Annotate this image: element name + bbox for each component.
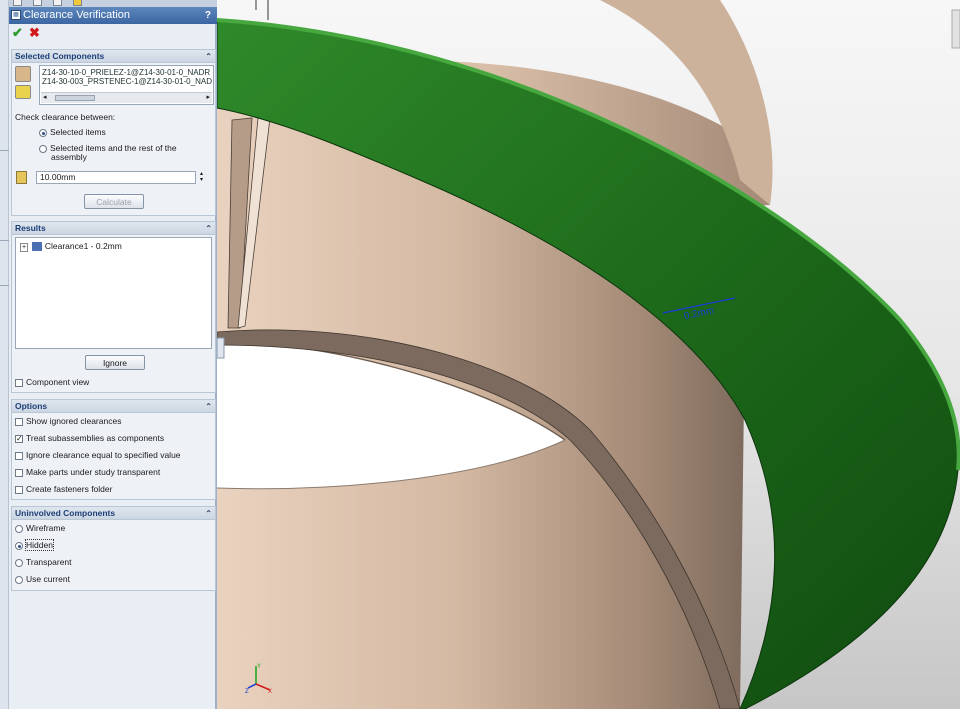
- feature-manager-edge-strip: [0, 0, 9, 709]
- results-section: Results ⌃ + Clearance1 - 0.2mm Ignore Co…: [11, 221, 216, 393]
- wireframe-radio[interactable]: [15, 524, 23, 533]
- option-label: Show ignored clearances: [26, 416, 122, 427]
- treat-subassemblies-checkbox[interactable]: [15, 433, 23, 444]
- option-rest-label-2: assembly: [51, 152, 87, 163]
- display-tab-icon[interactable]: [73, 0, 82, 6]
- selected-component-item[interactable]: Z14-30-003_PRSTENEC-1@Z14-30-01-0_NAD: [42, 77, 212, 86]
- clearance-result-label: Clearance1 - 0.2mm: [44, 241, 122, 251]
- configuration-tab-icon[interactable]: [53, 0, 62, 6]
- uninvolved-use-current[interactable]: Use current: [15, 574, 70, 585]
- ok-button[interactable]: ✔: [12, 26, 23, 40]
- selected-components-section: Selected Components ⌃ Z14-30-10-0_PRIELE…: [11, 49, 216, 216]
- strip-tick: [0, 240, 9, 241]
- radio-selected-items[interactable]: [39, 128, 47, 137]
- ignore-button[interactable]: Ignore: [85, 355, 145, 370]
- uninvolved-components-section: Uninvolved Components ⌃ Wireframe Hidden…: [11, 506, 216, 591]
- axis-label-x: X: [268, 689, 272, 694]
- uninvolved-transparent[interactable]: Transparent: [15, 557, 72, 568]
- scroll-left-icon[interactable]: ◂: [43, 93, 47, 101]
- panel-tab-strip: [9, 0, 217, 7]
- axis-label-y: Y: [257, 664, 261, 670]
- feature-manager-tab-icon[interactable]: [13, 0, 22, 6]
- results-tree[interactable]: + Clearance1 - 0.2mm: [15, 237, 212, 349]
- calculate-button[interactable]: Calculate: [84, 194, 144, 209]
- panel-title: Clearance Verification: [23, 9, 131, 21]
- property-manager-panel: ▦ Clearance Verification ? ✔ ✖ Selected …: [9, 0, 217, 709]
- scroll-right-icon[interactable]: ▸: [206, 93, 210, 101]
- fasteners-folder-checkbox[interactable]: [15, 485, 23, 494]
- expand-icon[interactable]: +: [20, 243, 29, 252]
- uninvolved-wireframe[interactable]: Wireframe: [15, 523, 65, 534]
- selected-component-item[interactable]: Z14-30-10-0_PRIELEZ-1@Z14-30-01-0_NADR: [42, 68, 212, 77]
- component-select-icon: [15, 66, 31, 82]
- option-make-transparent[interactable]: Make parts under study transparent: [15, 467, 160, 478]
- option-selected-items[interactable]: Selected items: [39, 127, 106, 138]
- option-selected-items-label: Selected items: [50, 127, 106, 138]
- options-section: Options ⌃ Show ignored clearances Treat …: [11, 399, 216, 500]
- results-header[interactable]: Results ⌃: [12, 222, 215, 235]
- results-title: Results: [15, 223, 46, 233]
- collapse-icon[interactable]: ⌃: [205, 507, 212, 520]
- option-label: Ignore clearance equal to specified valu…: [26, 450, 181, 461]
- clear-selection-icon[interactable]: [15, 85, 31, 99]
- panel-titlebar: ▦ Clearance Verification ?: [9, 7, 217, 24]
- axis-triad-icon: Y X Z: [245, 664, 272, 694]
- panel-splitter-handle[interactable]: [216, 337, 225, 359]
- strip-tick: [0, 285, 9, 286]
- results-tree-item[interactable]: + Clearance1 - 0.2mm: [20, 241, 122, 253]
- use-current-radio[interactable]: [15, 575, 23, 584]
- uninvolved-label: Hidden: [25, 539, 54, 552]
- check-between-label: Check clearance between:: [15, 112, 116, 122]
- uninvolved-hidden[interactable]: Hidden: [15, 539, 54, 552]
- scrollbar-thumb[interactable]: [55, 95, 95, 101]
- option-fasteners-folder[interactable]: Create fasteners folder: [15, 484, 112, 495]
- selected-components-title: Selected Components: [15, 51, 105, 61]
- option-label: Make parts under study transparent: [26, 467, 161, 478]
- property-manager-tab-icon[interactable]: [33, 0, 42, 6]
- option-label: Treat subassemblies as components: [26, 433, 165, 444]
- transparent-radio[interactable]: [15, 558, 23, 567]
- cancel-button[interactable]: ✖: [29, 26, 40, 40]
- option-label: Create fasteners folder: [26, 484, 113, 495]
- horizontal-scrollbar[interactable]: ◂ ▸: [41, 92, 212, 103]
- options-title: Options: [15, 401, 48, 411]
- uninvolved-components-header[interactable]: Uninvolved Components ⌃: [12, 507, 215, 520]
- option-show-ignored[interactable]: Show ignored clearances: [15, 416, 121, 427]
- show-ignored-checkbox[interactable]: [15, 417, 23, 426]
- component-view-option[interactable]: Component view: [15, 377, 89, 388]
- make-transparent-checkbox[interactable]: [15, 468, 23, 477]
- option-treat-subassemblies[interactable]: Treat subassemblies as components: [15, 433, 164, 444]
- uninvolved-label: Use current: [26, 574, 70, 585]
- uninvolved-components-title: Uninvolved Components: [15, 508, 116, 518]
- strip-tick: [0, 150, 9, 151]
- clearance-icon: [32, 242, 43, 252]
- clearance-verification-icon: ▦: [11, 10, 21, 20]
- distance-spinner[interactable]: ▴ ▾: [200, 171, 203, 183]
- hidden-radio[interactable]: [15, 541, 23, 550]
- axis-label-z: Z: [245, 689, 249, 694]
- viewport-edge-tab: [951, 9, 960, 49]
- uninvolved-label: Transparent: [26, 557, 72, 568]
- selected-components-header[interactable]: Selected Components ⌃: [12, 50, 215, 63]
- ignore-equal-checkbox[interactable]: [15, 451, 23, 460]
- options-header[interactable]: Options ⌃: [12, 400, 215, 413]
- component-view-label: Component view: [26, 377, 90, 388]
- collapse-icon[interactable]: ⌃: [205, 400, 212, 413]
- uninvolved-label: Wireframe: [26, 523, 66, 534]
- collapse-icon[interactable]: ⌃: [205, 222, 212, 235]
- radio-rest-of-assembly[interactable]: [39, 144, 47, 153]
- collapse-icon[interactable]: ⌃: [205, 50, 212, 63]
- component-view-checkbox[interactable]: [15, 378, 23, 387]
- option-ignore-equal[interactable]: Ignore clearance equal to specified valu…: [15, 450, 181, 461]
- selected-components-list[interactable]: Z14-30-10-0_PRIELEZ-1@Z14-30-01-0_NADR Z…: [39, 65, 214, 105]
- distance-input[interactable]: 10.00mm: [36, 171, 196, 184]
- option-rest-of-assembly[interactable]: Selected items and the rest of the assem…: [39, 144, 177, 162]
- help-button[interactable]: ?: [205, 7, 211, 24]
- distance-ruler-icon: [16, 171, 27, 184]
